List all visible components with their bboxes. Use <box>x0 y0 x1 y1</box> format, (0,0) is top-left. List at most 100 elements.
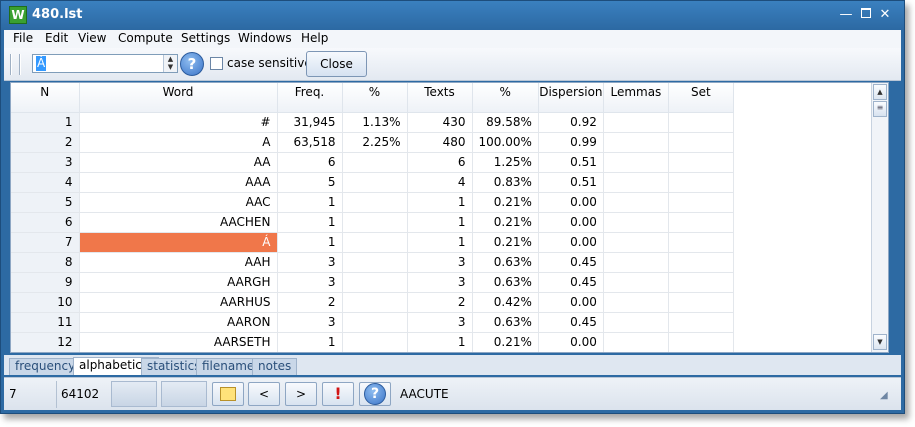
cell-freq-percent[interactable] <box>342 152 408 173</box>
cell-freq[interactable]: 3 <box>277 252 343 273</box>
cell-lemmas[interactable] <box>603 172 669 193</box>
cell-n[interactable]: 2 <box>11 132 80 153</box>
next-button[interactable]: > <box>285 382 317 406</box>
cell-set[interactable] <box>668 272 734 293</box>
column-header-freq[interactable]: Freq. <box>277 83 343 113</box>
cell-freq[interactable]: 6 <box>277 152 343 173</box>
cell-word[interactable]: AAH <box>79 252 278 273</box>
menu-windows[interactable]: Windows <box>238 31 292 45</box>
previous-button[interactable]: < <box>248 382 280 406</box>
help-icon[interactable]: ? <box>180 52 204 76</box>
cell-texts[interactable]: 4 <box>407 172 473 193</box>
cell-texts[interactable]: 3 <box>407 252 473 273</box>
menu-help[interactable]: Help <box>301 31 328 45</box>
cell-texts-percent[interactable]: 0.63% <box>472 312 539 333</box>
cell-texts[interactable]: 2 <box>407 292 473 313</box>
cell-set[interactable] <box>668 112 734 133</box>
cell-dispersion[interactable]: 0.99 <box>538 132 604 153</box>
menu-view[interactable]: View <box>78 31 106 45</box>
cell-freq[interactable]: 3 <box>277 272 343 293</box>
cell-texts[interactable]: 1 <box>407 232 473 253</box>
cell-dispersion[interactable]: 0.00 <box>538 192 604 213</box>
table-row[interactable]: 10 AARHUS 2 2 0.42% 0.00 <box>11 292 734 313</box>
cell-set[interactable] <box>668 212 734 233</box>
cell-word[interactable]: AAC <box>79 192 278 213</box>
cell-dispersion[interactable]: 0.45 <box>538 272 604 293</box>
cell-texts[interactable]: 1 <box>407 192 473 213</box>
cell-lemmas[interactable] <box>603 332 669 352</box>
cell-dispersion[interactable]: 0.45 <box>538 252 604 273</box>
cell-freq-percent[interactable] <box>342 252 408 273</box>
cell-texts[interactable]: 3 <box>407 312 473 333</box>
cell-texts-percent[interactable]: 0.83% <box>472 172 539 193</box>
cell-freq[interactable]: 3 <box>277 312 343 333</box>
cell-lemmas[interactable] <box>603 252 669 273</box>
status-help-button[interactable]: ? <box>359 382 391 406</box>
cell-texts[interactable]: 430 <box>407 112 473 133</box>
cell-freq-percent[interactable] <box>342 232 408 253</box>
cell-lemmas[interactable] <box>603 192 669 213</box>
column-header-texts-percent[interactable]: % <box>472 83 539 113</box>
menu-file[interactable]: File <box>13 31 33 45</box>
cell-freq[interactable]: 63,518 <box>277 132 343 153</box>
toolbar-grip[interactable] <box>19 54 21 75</box>
cell-set[interactable] <box>668 252 734 273</box>
cell-set[interactable] <box>668 332 734 352</box>
cell-dispersion[interactable]: 0.00 <box>538 292 604 313</box>
cell-dispersion[interactable]: 0.45 <box>538 312 604 333</box>
table-row[interactable]: 6 AACHEN 1 1 0.21% 0.00 <box>11 212 734 233</box>
column-header-freq-percent[interactable]: % <box>342 83 408 113</box>
table-row[interactable]: 11 AARON 3 3 0.63% 0.45 <box>11 312 734 333</box>
cell-dispersion[interactable]: 0.51 <box>538 152 604 173</box>
cell-word[interactable]: Á <box>79 232 278 253</box>
scroll-down-icon[interactable]: ▼ <box>873 334 887 350</box>
cell-lemmas[interactable] <box>603 232 669 253</box>
cell-lemmas[interactable] <box>603 292 669 313</box>
minimize-icon[interactable]: — <box>839 8 853 22</box>
menu-edit[interactable]: Edit <box>45 31 68 45</box>
cell-n[interactable]: 1 <box>11 112 80 133</box>
cell-n[interactable]: 8 <box>11 252 80 273</box>
cell-lemmas[interactable] <box>603 112 669 133</box>
cell-lemmas[interactable] <box>603 212 669 233</box>
cell-lemmas[interactable] <box>603 132 669 153</box>
cell-set[interactable] <box>668 192 734 213</box>
cell-freq[interactable]: 1 <box>277 232 343 253</box>
cell-freq-percent[interactable] <box>342 332 408 352</box>
cell-dispersion[interactable]: 0.51 <box>538 172 604 193</box>
cell-freq[interactable]: 1 <box>277 192 343 213</box>
cell-n[interactable]: 12 <box>11 332 80 352</box>
table-row[interactable]: 5 AAC 1 1 0.21% 0.00 <box>11 192 734 213</box>
cell-freq-percent[interactable]: 1.13% <box>342 112 408 133</box>
cell-freq-percent[interactable]: 2.25% <box>342 132 408 153</box>
cell-freq-percent[interactable] <box>342 212 408 233</box>
spin-updown-icon[interactable]: ▲ ▼ <box>163 55 177 72</box>
table-row[interactable]: 12 AARSETH 1 1 0.21% 0.00 <box>11 332 734 352</box>
search-word-combo[interactable]: Á ▲ ▼ <box>32 54 178 73</box>
close-button[interactable]: Close <box>306 51 367 77</box>
title-bar[interactable]: W 480.lst — ✕ <box>1 1 904 30</box>
cell-texts[interactable]: 6 <box>407 152 473 173</box>
cell-texts[interactable]: 3 <box>407 272 473 293</box>
cell-texts[interactable]: 1 <box>407 212 473 233</box>
table-row[interactable]: 7 Á 1 1 0.21% 0.00 <box>11 232 734 253</box>
cell-word[interactable]: AARON <box>79 312 278 333</box>
cell-word[interactable]: AAA <box>79 172 278 193</box>
cell-dispersion[interactable]: 0.00 <box>538 212 604 233</box>
cell-word[interactable]: A <box>79 132 278 153</box>
menu-settings[interactable]: Settings <box>181 31 230 45</box>
cell-texts-percent[interactable]: 0.21% <box>472 332 539 352</box>
cell-word[interactable]: AARGH <box>79 272 278 293</box>
notes-button[interactable] <box>212 382 244 406</box>
cell-texts-percent[interactable]: 1.25% <box>472 152 539 173</box>
cell-freq-percent[interactable] <box>342 172 408 193</box>
cell-freq[interactable]: 5 <box>277 172 343 193</box>
cell-texts[interactable]: 480 <box>407 132 473 153</box>
cell-set[interactable] <box>668 172 734 193</box>
resize-grip-icon[interactable]: ◢ <box>880 390 892 402</box>
cell-freq-percent[interactable] <box>342 292 408 313</box>
cell-word[interactable]: AACHEN <box>79 212 278 233</box>
cell-freq-percent[interactable] <box>342 312 408 333</box>
table-row[interactable]: 3 AA 6 6 1.25% 0.51 <box>11 152 734 173</box>
cell-texts-percent[interactable]: 0.42% <box>472 292 539 313</box>
